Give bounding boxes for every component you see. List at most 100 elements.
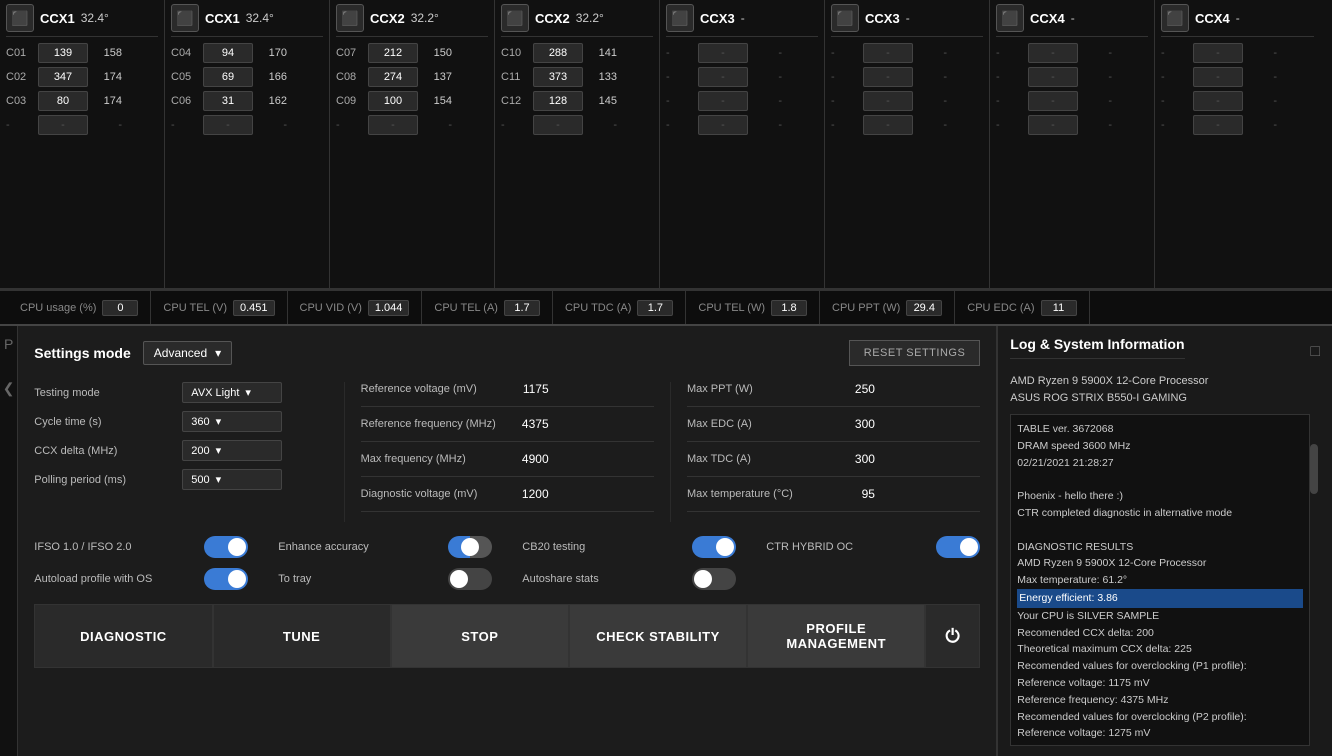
diag-voltage-label: Diagnostic voltage (mV): [361, 488, 501, 500]
totray-toggle[interactable]: [448, 568, 492, 590]
core-row-dash3: - -: [336, 115, 488, 135]
log-sysline-1: AMD Ryzen 9 5900X 12-Core Processor: [1010, 373, 1320, 390]
status-cpu-tel-w: CPU TEL (W) 1.8: [686, 291, 820, 324]
core-freq-c07[interactable]: [368, 43, 418, 63]
autoload-toggle[interactable]: [204, 568, 248, 590]
core-ccx3-1: [698, 43, 748, 63]
core-val-dash4: -: [587, 119, 617, 131]
cpu-icon-8: ⬛: [1161, 4, 1189, 32]
profile-management-button[interactable]: PROFILE MANAGEMENT: [747, 604, 925, 668]
log-content[interactable]: TABLE ver. 3672068 DRAM speed 3600 MHz 0…: [1010, 414, 1310, 746]
core-freq-dash2: [203, 115, 253, 135]
cb20-label: CB20 testing: [522, 541, 682, 553]
cpu-icon-3: ⬛: [336, 4, 364, 32]
core-row-ccx3-1: - -: [666, 43, 818, 63]
sidebar-arrow-up[interactable]: P: [4, 336, 13, 352]
core-freq-c03[interactable]: [38, 91, 88, 111]
ccx1-left-title: CCX1: [40, 11, 75, 26]
mode-dropdown[interactable]: Advanced ▾: [143, 341, 232, 365]
ccx3-right-title: CCX3: [865, 11, 900, 26]
cycle-time-value: 360: [191, 416, 209, 428]
ctr-hybrid-toggle[interactable]: [936, 536, 980, 558]
log-scrollbar-thumb[interactable]: [1310, 444, 1318, 494]
cpu-edc-a-label: CPU EDC (A): [967, 302, 1034, 314]
settings-col-right: Max PPT (W) 250 Max EDC (A) 300 Max TDC …: [671, 382, 980, 522]
ccx2-right-title: CCX2: [535, 11, 570, 26]
reset-settings-button[interactable]: RESET SETTINGS: [849, 340, 981, 366]
cpu-vid-v-label: CPU VID (V): [300, 302, 362, 314]
core-temp-c03: 174: [92, 95, 122, 107]
cpu-icon-4: ⬛: [501, 4, 529, 32]
ccx1-left-header: ⬛ CCX1 32.4°: [6, 4, 158, 37]
ccx-block-1-right: ⬛ CCX1 32.4° C04 170 C05 166 C06 162 - -: [165, 0, 330, 288]
ref-freq-value: 4375: [509, 417, 549, 431]
core-row-c06: C06 162: [171, 91, 323, 111]
core-freq-c08[interactable]: [368, 67, 418, 87]
ifso-label: IFSO 1.0 / IFSO 2.0: [34, 541, 194, 553]
core-freq-dash1: [38, 115, 88, 135]
enhance-toggle[interactable]: [448, 536, 492, 558]
cpu-edc-a-value: 11: [1041, 300, 1077, 316]
ccx1-right-header: ⬛ CCX1 32.4°: [171, 4, 323, 37]
core-val-dash1: -: [92, 119, 122, 131]
ccx2-right-temp: 32.2°: [576, 11, 604, 25]
cpu-icon-2: ⬛: [171, 4, 199, 32]
cb20-toggle[interactable]: [692, 536, 736, 558]
ref-freq-row: Reference frequency (MHz) 4375: [361, 417, 654, 431]
cpu-tdc-a-value: 1.7: [637, 300, 673, 316]
diag-voltage-row: Diagnostic voltage (mV) 1200: [361, 487, 654, 501]
core-freq-c11[interactable]: [533, 67, 583, 87]
max-temp-row: Max temperature (°C) 95: [687, 487, 980, 501]
ccx3-right-header: ⬛ CCX3 -: [831, 4, 983, 37]
core-temp-c06: 162: [257, 95, 287, 107]
log-line-9-highlighted: Energy efficient: 3.86: [1017, 589, 1303, 608]
core-label-c07: C07: [336, 47, 364, 59]
core-row-c08: C08 137: [336, 67, 488, 87]
testing-mode-dropdown[interactable]: AVX Light ▾: [182, 382, 282, 403]
power-button[interactable]: ⏻: [925, 604, 980, 668]
core-row-ccx3r-1: - -: [831, 43, 983, 63]
core-freq-c06[interactable]: [203, 91, 253, 111]
core-freq-c02[interactable]: [38, 67, 88, 87]
core-temp-c02: 174: [92, 71, 122, 83]
check-stability-button[interactable]: CHECK STABILITY: [569, 604, 747, 668]
core-freq-c09[interactable]: [368, 91, 418, 111]
status-cpu-tel-v: CPU TEL (V) 0.451: [151, 291, 287, 324]
core-row-ccx3r-2: - -: [831, 67, 983, 87]
core-temp-c04: 170: [257, 47, 287, 59]
log-maximize-icon[interactable]: □: [1310, 343, 1320, 361]
polling-period-value: 500: [191, 474, 209, 486]
ccx2-right-header: ⬛ CCX2 32.2°: [501, 4, 653, 37]
log-line-blank2: [1017, 522, 1303, 539]
status-cpu-tdc-a: CPU TDC (A) 1.7: [553, 291, 686, 324]
status-bar: CPU usage (%) 0 CPU TEL (V) 0.451 CPU VI…: [0, 290, 1332, 326]
ccx-delta-dropdown[interactable]: 200 ▾: [182, 440, 282, 461]
polling-period-dropdown[interactable]: 500 ▾: [182, 469, 282, 490]
diagnostic-button[interactable]: DIAGNOSTIC: [34, 604, 212, 668]
log-scrollbar[interactable]: [1310, 414, 1320, 746]
ccx-delta-value: 200: [191, 445, 209, 457]
core-freq-c12[interactable]: [533, 91, 583, 111]
max-freq-label: Max frequency (MHz): [361, 453, 501, 465]
core-freq-dash3: [368, 115, 418, 135]
core-label-c01: C01: [6, 47, 34, 59]
core-freq-c01[interactable]: [38, 43, 88, 63]
core-label-dash1: -: [6, 119, 34, 131]
cycle-time-dropdown[interactable]: 360 ▾: [182, 411, 282, 432]
stop-button[interactable]: STOP: [391, 604, 569, 668]
core-freq-c10[interactable]: [533, 43, 583, 63]
max-freq-value: 4900: [509, 452, 549, 466]
core-freq-c04[interactable]: [203, 43, 253, 63]
tune-button[interactable]: TUNE: [213, 604, 391, 668]
ref-voltage-value: 1175: [509, 382, 549, 396]
core-val-dash2: -: [257, 119, 287, 131]
ccx1-left-temp: 32.4°: [81, 11, 109, 25]
ref-voltage-label: Reference voltage (mV): [361, 383, 501, 395]
autoshare-toggle[interactable]: [692, 568, 736, 590]
core-freq-c05[interactable]: [203, 67, 253, 87]
sidebar-arrow-down[interactable]: ❮: [3, 380, 15, 397]
autoload-toggle-row: Autoload profile with OS: [34, 568, 248, 590]
ref-voltage-row: Reference voltage (mV) 1175: [361, 382, 654, 396]
ifso-toggle[interactable]: [204, 536, 248, 558]
cpu-usage-label: CPU usage (%): [20, 302, 96, 314]
